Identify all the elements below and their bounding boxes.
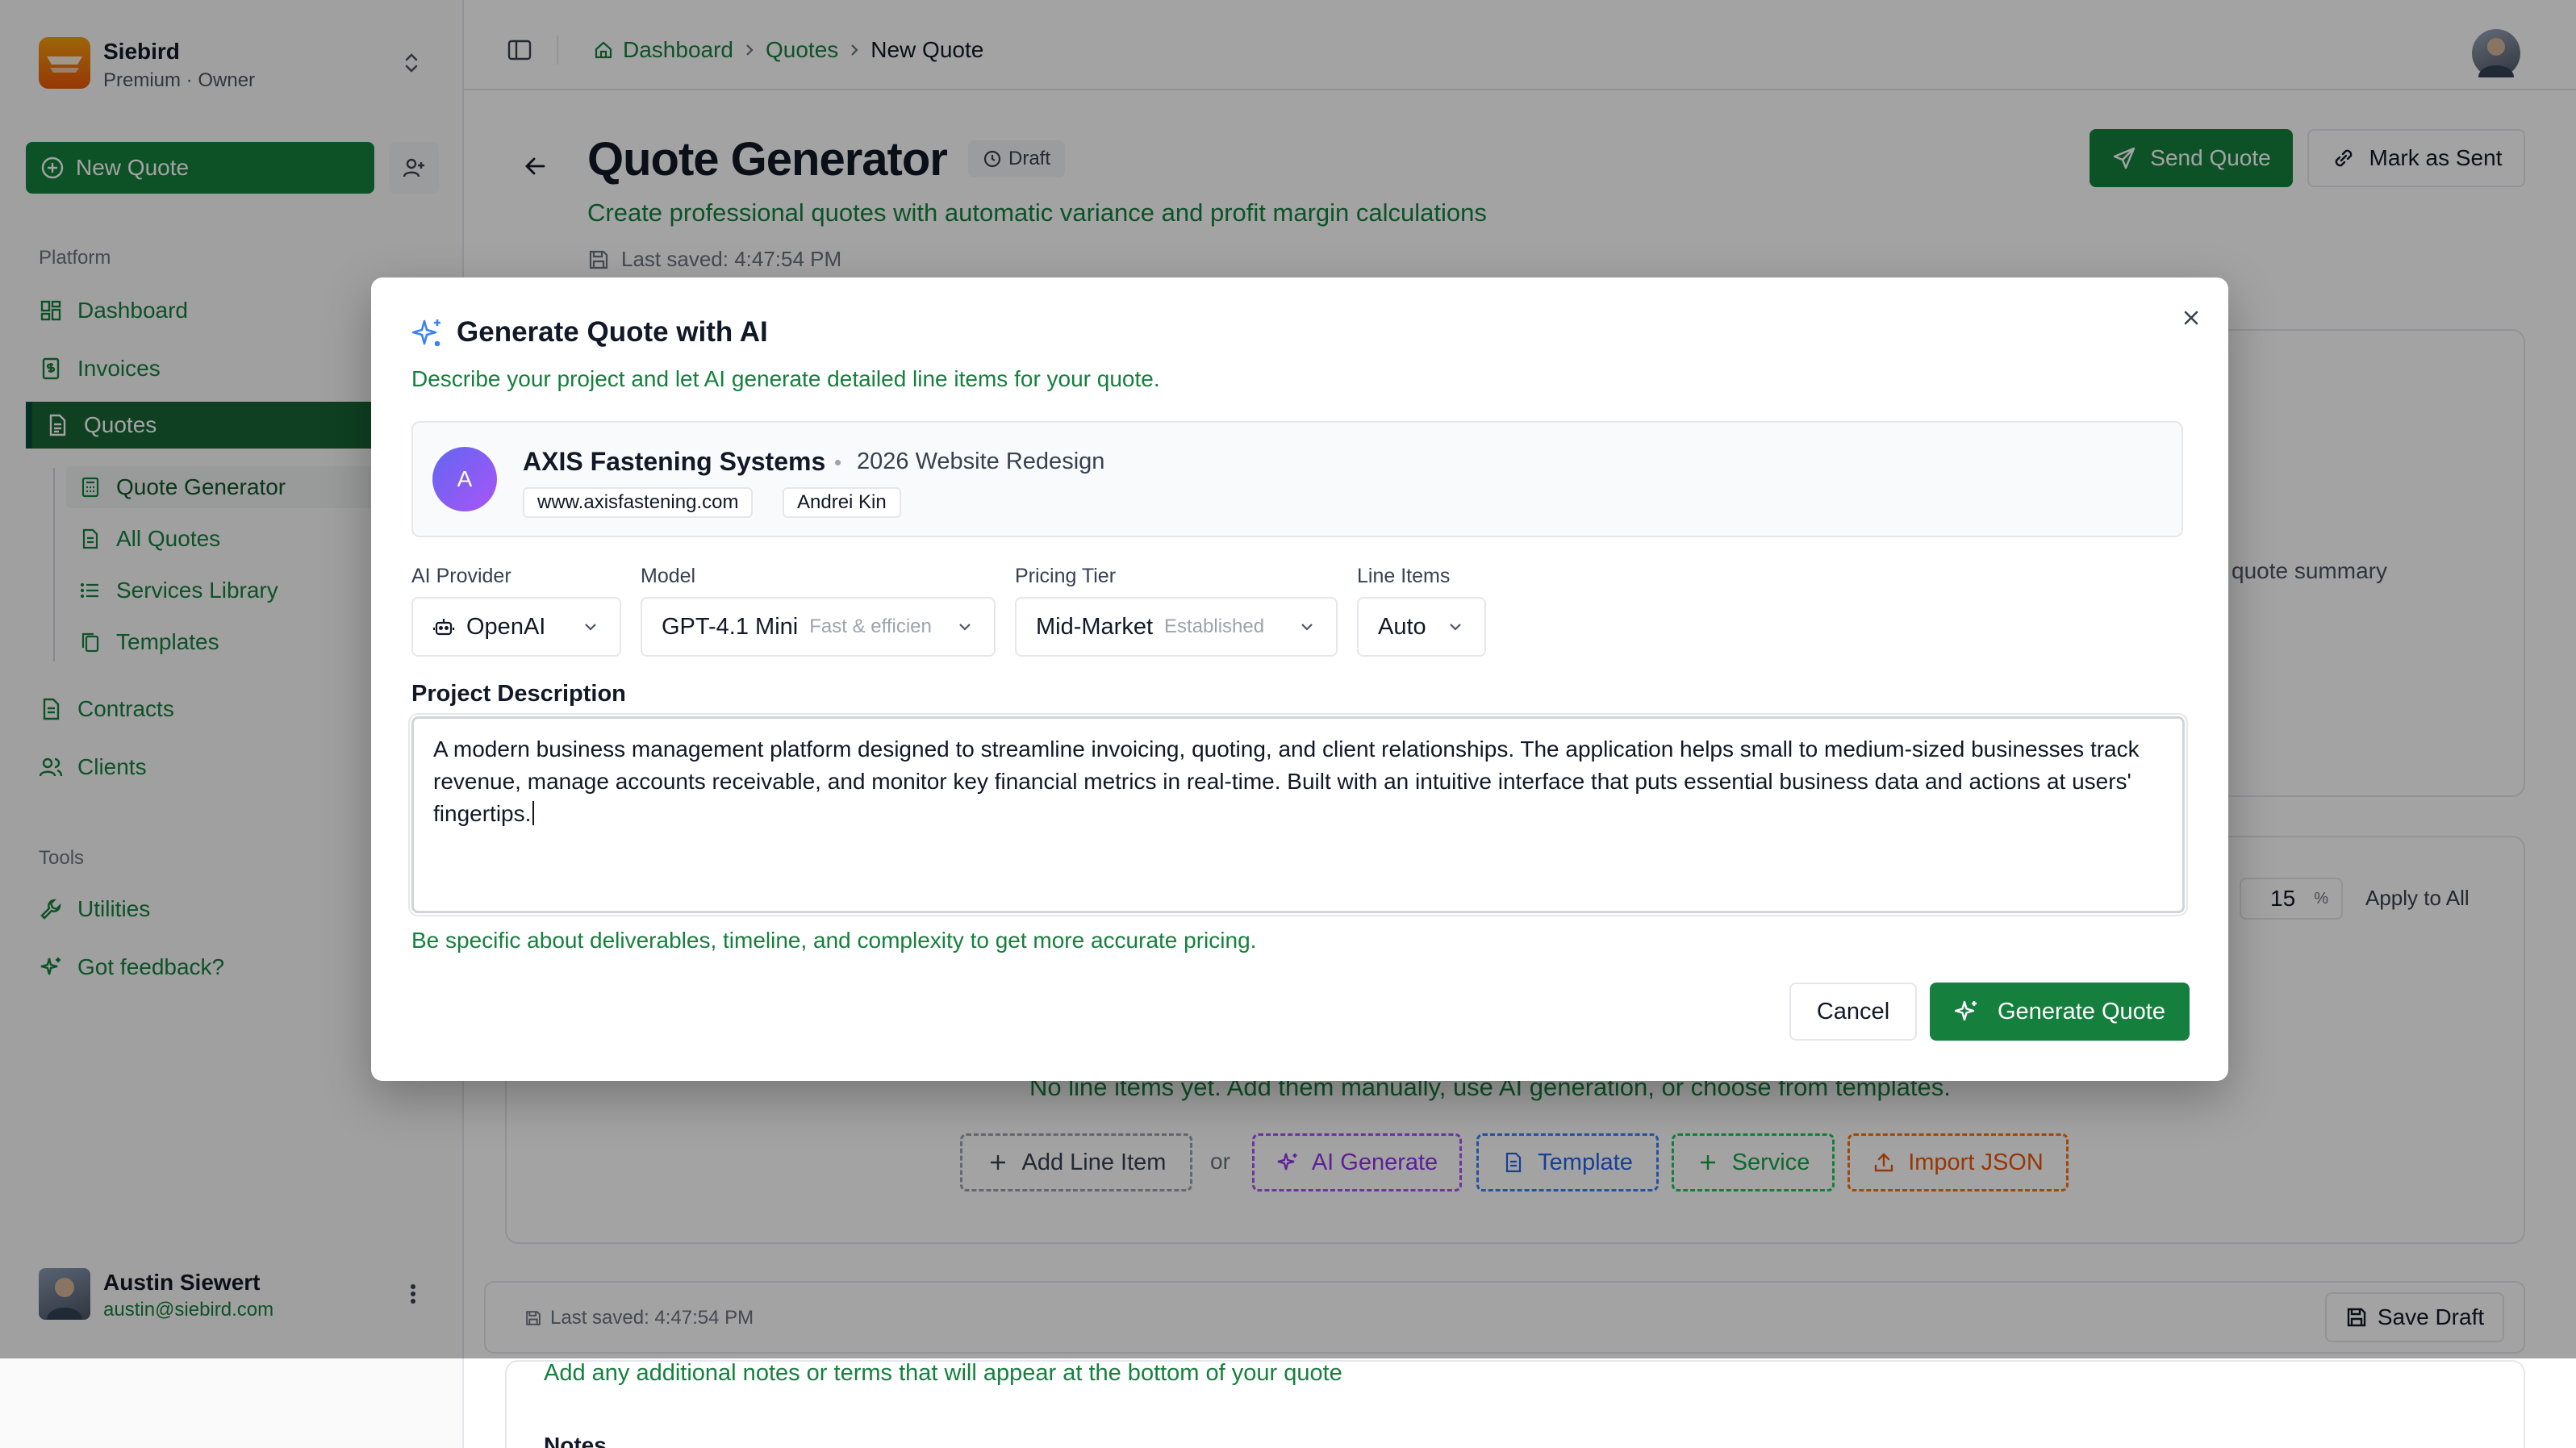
dialog-subtitle: Describe your project and let AI generat… xyxy=(411,366,1160,391)
line-items-value: Auto xyxy=(1378,613,1426,640)
pricing-tier-value: Mid-Market xyxy=(1036,613,1154,640)
ai-provider-select[interactable]: OpenAI xyxy=(411,597,621,657)
ai-quote-dialog xyxy=(371,277,2228,1081)
project-description-label: Project Description xyxy=(411,681,626,707)
ai-provider-value: OpenAI xyxy=(466,613,546,640)
project-description-text: A modern business management platform de… xyxy=(433,737,2140,826)
chevron-down-icon xyxy=(585,624,596,631)
ai-provider-label: AI Provider xyxy=(411,565,511,587)
model-select[interactable]: GPT-4.1 Mini Fast & efficien xyxy=(641,597,996,657)
sparkle-icon xyxy=(1954,1000,1977,1021)
generate-quote-button[interactable]: Generate Quote xyxy=(1930,983,2190,1041)
pricing-tier-select[interactable]: Mid-Market Established xyxy=(1015,597,1338,657)
model-label: Model xyxy=(641,565,696,587)
pricing-tier-label: Pricing Tier xyxy=(1015,565,1117,587)
cancel-button[interactable]: Cancel xyxy=(1789,983,1917,1041)
notes-description: Add any additional notes or terms that w… xyxy=(544,1360,1342,1386)
client-project: 2026 Website Redesign xyxy=(857,449,1105,474)
bot-icon xyxy=(432,619,455,636)
project-description-input[interactable]: A modern business management platform de… xyxy=(408,713,2188,916)
model-hint: Fast & efficien xyxy=(809,616,932,637)
notes-label: Notes xyxy=(544,1433,607,1448)
line-items-label: Line Items xyxy=(1357,565,1451,587)
pricing-tier-hint: Established xyxy=(1164,616,1265,637)
description-hint: Be specific about deliverables, timeline… xyxy=(411,928,1257,953)
text-caret xyxy=(532,801,535,825)
client-summary xyxy=(411,421,2183,537)
client-contact-tag: Andrei Kin xyxy=(783,487,901,518)
client-separator: • xyxy=(834,450,842,474)
line-items-select[interactable]: Auto xyxy=(1357,597,1486,657)
close-icon[interactable] xyxy=(2178,305,2204,331)
chevron-down-icon xyxy=(959,624,971,631)
model-value: GPT-4.1 Mini xyxy=(662,613,799,640)
dialog-title: Generate Quote with AI xyxy=(457,316,768,348)
sparkle-icon xyxy=(410,316,445,352)
client-avatar: A xyxy=(432,447,497,511)
generate-quote-label: Generate Quote xyxy=(1998,998,2165,1024)
client-website-tag: www.axisfastening.com xyxy=(523,487,754,518)
chevron-down-icon xyxy=(1301,624,1313,631)
client-name: AXIS Fastening Systems xyxy=(523,447,826,476)
chevron-down-icon xyxy=(1450,624,1461,631)
